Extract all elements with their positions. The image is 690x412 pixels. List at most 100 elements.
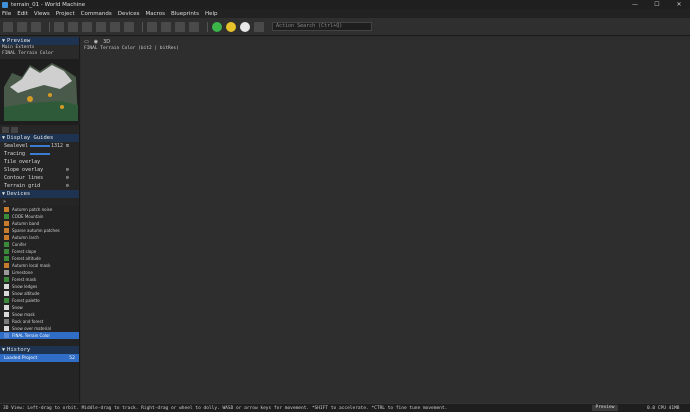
history-panel-header[interactable]: ▼ History [0,346,79,354]
device-item[interactable]: Autumn patch noise [0,206,79,213]
close-button[interactable]: ✕ [668,0,690,9]
device-swatch-icon [4,319,9,324]
preview-heading: Preview [7,38,31,44]
guide-tile-overlay[interactable]: Tile overlay [0,158,79,166]
device-item[interactable]: Autumn local mask [0,262,79,269]
devices-toolbar: » [0,198,79,206]
device-swatch-icon [4,207,9,212]
guide-tracing[interactable]: Tracing [0,150,79,158]
gear-icon[interactable]: ⚙ [66,183,69,189]
device-swatch-icon [4,284,9,289]
device-item[interactable]: Snow over material [0,325,79,332]
maximize-button[interactable]: ☐ [646,0,668,9]
device-item[interactable]: CODE Mountain [0,213,79,220]
preview-button[interactable]: Preview [592,405,618,411]
minimize-button[interactable]: — [624,0,646,9]
build-final-icon[interactable] [240,21,250,32]
menu-views[interactable]: Views [34,11,50,17]
device-item[interactable]: Forest slope [0,248,79,255]
menu-commands[interactable]: Commands [81,11,112,17]
guide-terrain-grid[interactable]: Terrain grid ⚙ [0,182,79,190]
device-label: FINAL Terrain Color [12,333,50,338]
menu-macros[interactable]: Macros [145,11,165,17]
tile-icon[interactable] [147,21,157,32]
history-item[interactable]: Loaded Project 52 [0,354,79,362]
device-swatch-icon [4,235,9,240]
guide-sealevel[interactable]: Sealevel 1312 m [0,142,79,150]
action-search-input[interactable]: Action Search (Ctrl+Q) [272,22,372,31]
grid-icon[interactable] [124,21,134,32]
device-swatch-icon [4,242,9,247]
expand-all-icon[interactable]: » [3,199,6,205]
device-item[interactable]: Conifer [0,241,79,248]
menu-project[interactable]: Project [56,11,75,17]
gear-icon[interactable]: ⚙ [66,175,69,181]
status-bar: 3D View: Left-drag to orbit. Middle-drag… [0,403,690,412]
cpu-usage: 0.0 CPU 41MB [647,406,680,411]
snapshot-icon[interactable] [175,21,185,32]
preview-mode-icon[interactable] [2,126,9,133]
device-item[interactable]: Snow altitude [0,290,79,297]
device-label: Forest slope [12,249,37,254]
camera-mode-icon[interactable]: ◉ [94,39,98,45]
device-item[interactable]: Limestone [0,269,79,276]
save-project-icon[interactable] [31,21,41,32]
device-item[interactable]: Snow ledges [0,283,79,290]
device-list: Autumn patch noise CODE Mountain Autumn ba… [0,206,79,346]
preview-image[interactable] [0,59,80,125]
build-preview-icon[interactable] [226,21,236,32]
menu-blueprints[interactable]: Blueprints [171,11,199,17]
tracing-slider[interactable] [30,153,50,155]
guides-panel-header[interactable]: ▼ Display Guides [0,134,79,142]
guide-contour-lines[interactable]: Contour lines ⚙ [0,174,79,182]
menu-edit[interactable]: Edit [17,11,28,17]
devices-panel-header[interactable]: ▼ Devices [0,190,79,198]
device-item[interactable]: Forest palette [0,297,79,304]
device-item[interactable]: Sparse autumn patches [0,227,79,234]
history-count: 52 [69,355,75,361]
device-item[interactable]: Forest altitude [0,255,79,262]
guides-heading: Display Guides [7,135,54,141]
device-label: Autumn band [12,221,40,226]
device-item[interactable]: Rock and forest [0,318,79,325]
device-item[interactable]: Snow mask [0,311,79,318]
graph-icon[interactable] [54,21,64,32]
device-item[interactable]: Autumn larch [0,234,79,241]
history-item-label: Loaded Project [4,355,38,361]
settings-icon[interactable] [254,21,264,32]
new-project-icon[interactable] [3,21,13,32]
device-label: Limestone [12,270,33,275]
export-icon[interactable] [161,21,171,32]
devices-heading: Devices [7,191,31,197]
device-label: Sparse autumn patches [12,228,60,233]
menu-help[interactable]: Help [205,11,218,17]
view-mode-selector[interactable]: 3D [103,39,110,45]
device-item[interactable]: Snow [0,304,79,311]
guide-slope-overlay[interactable]: Slope overlay ⚙ [0,166,79,174]
device-swatch-icon [4,291,9,296]
preview-refresh-icon[interactable] [11,126,18,133]
collapse-icon: ▼ [2,135,6,141]
preview-panel-header[interactable]: ▼ Preview [0,37,79,45]
device-item[interactable]: Forest mask [0,276,79,283]
menu-devices[interactable]: Devices [118,11,140,17]
sealevel-slider[interactable] [30,145,50,147]
device-label: Autumn larch [12,235,39,240]
gear-icon[interactable]: ⚙ [66,167,69,173]
menu-file[interactable]: File [2,11,11,17]
open-project-icon[interactable] [17,21,27,32]
sealevel-value: 1312 m [50,143,69,149]
viewport-3d[interactable]: ▭ ◉ 3D FINAL Terrain Color (bit2 | bitRe… [81,37,690,403]
frame-icon[interactable] [189,21,199,32]
view-3d-icon[interactable] [82,21,92,32]
layout-icon[interactable] [68,21,78,32]
view-mode-icon[interactable]: ▭ [84,39,89,45]
extents-icon[interactable] [96,21,106,32]
terrain-render [81,37,690,403]
device-item[interactable]: Autumn band [0,220,79,227]
camera-icon[interactable] [110,21,120,32]
device-item[interactable]: FINAL Terrain Color [0,332,79,339]
device-label: Snow [12,305,23,310]
device-swatch-icon [4,298,9,303]
build-icon[interactable] [212,21,222,32]
